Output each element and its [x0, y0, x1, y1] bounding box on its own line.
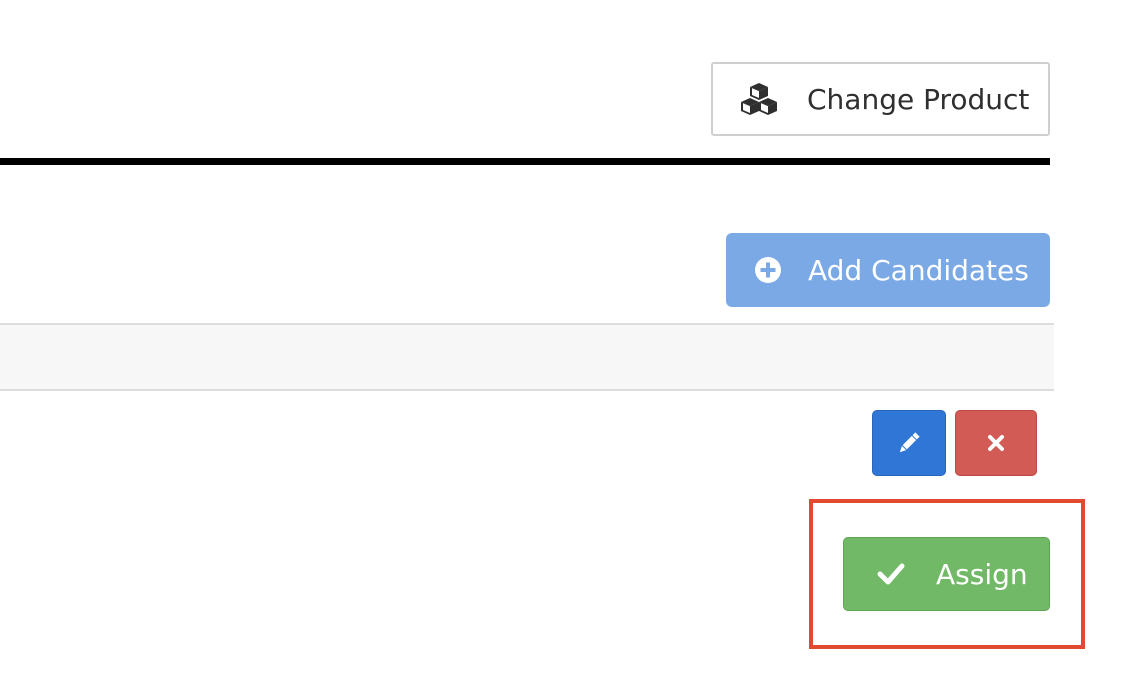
- plus-circle-icon: [754, 256, 782, 284]
- change-product-label: Change Product: [807, 82, 1030, 116]
- change-product-button[interactable]: Change Product: [711, 62, 1050, 136]
- assign-button[interactable]: Assign: [843, 537, 1050, 611]
- assign-label: Assign: [936, 557, 1028, 591]
- table-header-row: [0, 323, 1054, 391]
- header-divider: [0, 158, 1050, 165]
- pencil-icon: [895, 429, 923, 457]
- close-icon: [986, 433, 1006, 453]
- cubes-icon: [739, 81, 779, 117]
- edit-button[interactable]: [872, 410, 946, 476]
- add-candidates-label: Add Candidates: [808, 253, 1029, 287]
- delete-button[interactable]: [955, 410, 1037, 476]
- add-candidates-button[interactable]: Add Candidates: [726, 233, 1050, 307]
- check-icon: [876, 560, 906, 588]
